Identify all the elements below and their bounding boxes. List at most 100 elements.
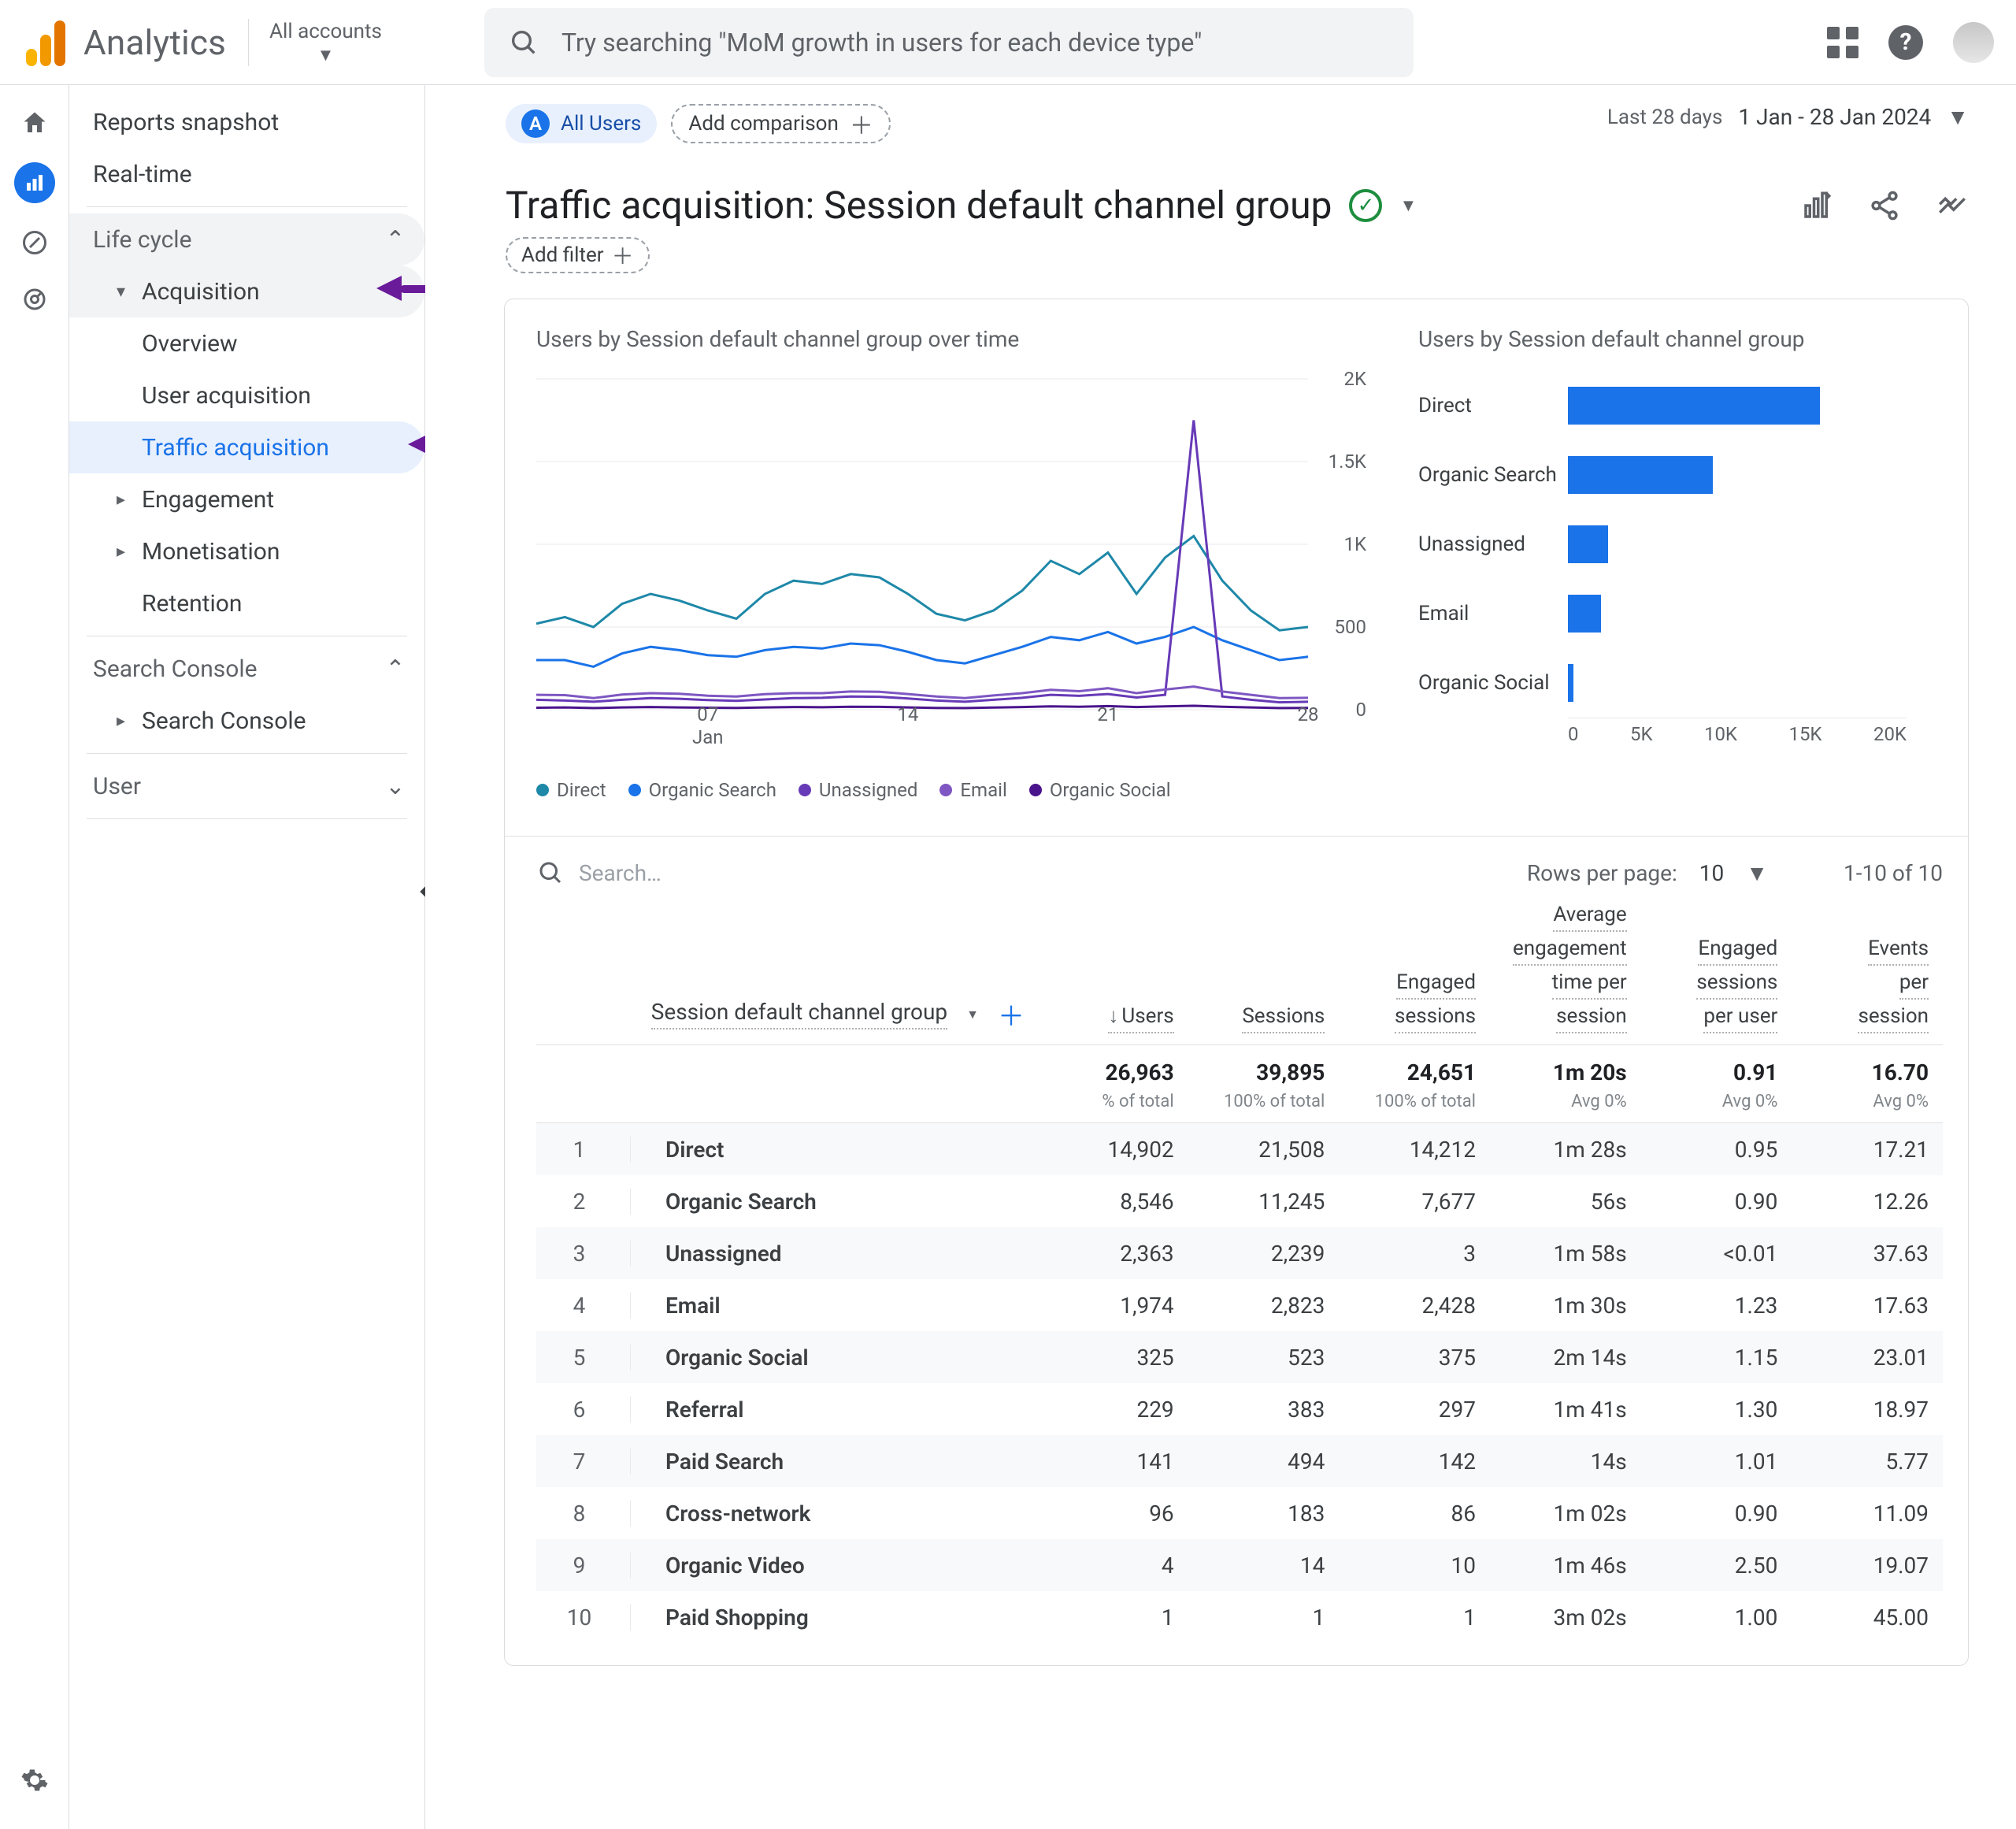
legend-item[interactable]: Direct — [536, 779, 606, 801]
table-search-input[interactable]: Search… — [579, 860, 662, 886]
totals-row: 26,963% of total39,895100% of total24,65… — [536, 1045, 1943, 1123]
sidebar-item-label: Traffic acquisition — [142, 434, 329, 462]
verified-check-icon[interactable]: ✓ — [1349, 189, 1382, 222]
chart-title: Users by Session default channel group — [1418, 326, 1943, 352]
row-dimension: Organic Video — [631, 1553, 1037, 1579]
plus-icon: ＋ — [612, 239, 634, 271]
sidebar-item-search-console[interactable]: ▸Search Console — [69, 695, 424, 747]
metric-cell: 1.23 — [1641, 1293, 1792, 1319]
legend-item[interactable]: Organic Social — [1029, 779, 1171, 801]
account-switcher[interactable]: All accounts ▼ — [269, 20, 382, 65]
legend-item[interactable]: Email — [939, 779, 1006, 801]
sidebar-item-realtime[interactable]: Real-time — [69, 148, 424, 200]
sidebar-item-reports-snapshot[interactable]: Reports snapshot — [69, 96, 424, 148]
legend-label: Organic Search — [649, 779, 776, 801]
row-dimension: Organic Social — [631, 1345, 1037, 1371]
metric-column-header[interactable]: ↓Users — [1037, 1003, 1188, 1033]
legend-item[interactable]: Unassigned — [799, 779, 917, 801]
caret-right-icon: ▸ — [117, 711, 135, 731]
home-icon[interactable] — [17, 106, 52, 140]
metric-cell: 17.63 — [1792, 1293, 1943, 1319]
top-bar: Analytics All accounts ▼ Try searching "… — [0, 0, 2016, 85]
apps-icon[interactable] — [1827, 27, 1858, 58]
metric-cell: 1m 46s — [1490, 1553, 1641, 1579]
bar-chart[interactable]: DirectOrganic SearchUnassignedEmailOrgan… — [1418, 371, 1907, 812]
chevron-down-icon[interactable]: ▼ — [1399, 195, 1417, 216]
legend-label: Unassigned — [819, 779, 917, 801]
chip-label: Add filter — [521, 243, 604, 267]
sidebar-item-engagement[interactable]: ▸Engagement — [69, 473, 424, 525]
line-chart[interactable]: 05001K1.5K2K 07Jan142128 — [536, 371, 1371, 765]
help-icon[interactable]: ? — [1888, 25, 1923, 60]
sidebar-item-retention[interactable]: Retention — [69, 577, 424, 629]
sidebar-item-acquisition[interactable]: ▾Acquisition — [69, 265, 424, 317]
date-range-picker[interactable]: Last 28 days 1 Jan - 28 Jan 2024 ▼ — [1607, 104, 1969, 130]
sidebar-item-acq-overview[interactable]: Overview — [69, 317, 424, 369]
row-dimension: Email — [631, 1293, 1037, 1319]
sidebar-item-acq-traffic[interactable]: Traffic acquisition — [69, 421, 424, 473]
metric-column-header[interactable]: Engagedsessions — [1339, 969, 1490, 1033]
page-title: Traffic acquisition: Session default cha… — [506, 183, 1332, 228]
metric-column-header[interactable]: Averageengagementtime persession — [1490, 901, 1641, 1033]
admin-gear-icon[interactable] — [17, 1763, 52, 1797]
add-dimension-button[interactable]: ＋ — [998, 995, 1025, 1033]
advertising-icon[interactable] — [17, 282, 52, 317]
metric-cell: 383 — [1188, 1397, 1340, 1423]
sidebar-item-label: Search Console — [93, 655, 258, 683]
table-row[interactable]: 4Email1,9742,8232,4281m 30s1.2317.63 — [536, 1279, 1943, 1331]
explore-icon[interactable] — [17, 225, 52, 260]
caret-right-icon: ▸ — [117, 542, 135, 562]
avatar[interactable] — [1953, 22, 1994, 63]
sidebar-item-monetisation[interactable]: ▸Monetisation — [69, 525, 424, 577]
row-dimension: Direct — [631, 1137, 1037, 1163]
sidebar-item-acq-user[interactable]: User acquisition — [69, 369, 424, 421]
table-row[interactable]: 6Referral2293832971m 41s1.3018.97 — [536, 1383, 1943, 1435]
metric-cell: 1.15 — [1641, 1345, 1792, 1371]
legend-dot-icon — [536, 784, 549, 796]
metric-cell: 1 — [1188, 1605, 1340, 1631]
chevron-up-icon: ⌃ — [384, 226, 407, 254]
insights-icon[interactable] — [1936, 189, 1969, 222]
metric-cell: 21,508 — [1188, 1137, 1340, 1163]
row-index: 3 — [536, 1241, 631, 1267]
customize-icon[interactable] — [1800, 189, 1833, 222]
metric-column-header[interactable]: Eventspersession — [1792, 935, 1943, 1033]
table-row[interactable]: 5Organic Social3255233752m 14s1.1523.01 — [536, 1331, 1943, 1383]
sidebar-group-user[interactable]: User⌄ — [69, 760, 424, 812]
metric-cell: 494 — [1188, 1449, 1340, 1475]
row-dimension: Paid Shopping — [631, 1605, 1037, 1631]
sidebar-item-label: Engagement — [142, 486, 274, 514]
metric-cell: 1,974 — [1037, 1293, 1188, 1319]
metric-cell: 2m 14s — [1490, 1345, 1641, 1371]
rows-per-page-select[interactable]: 10 — [1699, 860, 1724, 886]
share-icon[interactable] — [1868, 189, 1901, 222]
metric-cell: 0.95 — [1641, 1137, 1792, 1163]
table-row[interactable]: 1Direct14,90221,50814,2121m 28s0.9517.21 — [536, 1123, 1943, 1175]
add-comparison-button[interactable]: Add comparison ＋ — [671, 104, 890, 143]
metric-column-header[interactable]: Engagedsessionsper user — [1641, 935, 1792, 1033]
table-row[interactable]: 8Cross-network96183861m 02s0.9011.09 — [536, 1487, 1943, 1539]
chevron-down-icon: ▼ — [1746, 860, 1768, 886]
chip-all-users[interactable]: A All Users — [506, 104, 657, 143]
table-row[interactable]: 7Paid Search14149414214s1.015.77 — [536, 1435, 1943, 1487]
sidebar-group-search-console[interactable]: Search Console ⌃ — [69, 643, 424, 695]
metric-cell: 141 — [1037, 1449, 1188, 1475]
metric-cell: 0.90 — [1641, 1189, 1792, 1215]
nav-icon-rail — [0, 85, 69, 1829]
sidebar-group-life-cycle[interactable]: Life cycle⌃ — [69, 213, 424, 265]
search-input[interactable]: Try searching "MoM growth in users for e… — [484, 8, 1414, 77]
metric-column-header[interactable]: Sessions — [1188, 1003, 1340, 1033]
dimension-column-header[interactable]: Session default channel group ▼ ＋ — [536, 995, 1037, 1033]
reports-icon[interactable] — [14, 162, 55, 203]
table-row[interactable]: 3Unassigned2,3632,23931m 58s<0.0137.63 — [536, 1227, 1943, 1279]
table-row[interactable]: 9Organic Video414101m 46s2.5019.07 — [536, 1539, 1943, 1591]
metric-cell: 4 — [1037, 1553, 1188, 1579]
table-row[interactable]: 2Organic Search8,54611,2457,67756s0.9012… — [536, 1175, 1943, 1227]
chevron-up-icon: ⌃ — [384, 655, 407, 683]
table-row[interactable]: 10Paid Shopping1113m 02s1.0045.00 — [536, 1591, 1943, 1643]
legend-item[interactable]: Organic Search — [628, 779, 776, 801]
row-index: 7 — [536, 1449, 631, 1475]
metric-cell: <0.01 — [1641, 1241, 1792, 1267]
add-filter-button[interactable]: Add filter ＋ — [506, 237, 650, 273]
metric-cell: 1m 41s — [1490, 1397, 1641, 1423]
